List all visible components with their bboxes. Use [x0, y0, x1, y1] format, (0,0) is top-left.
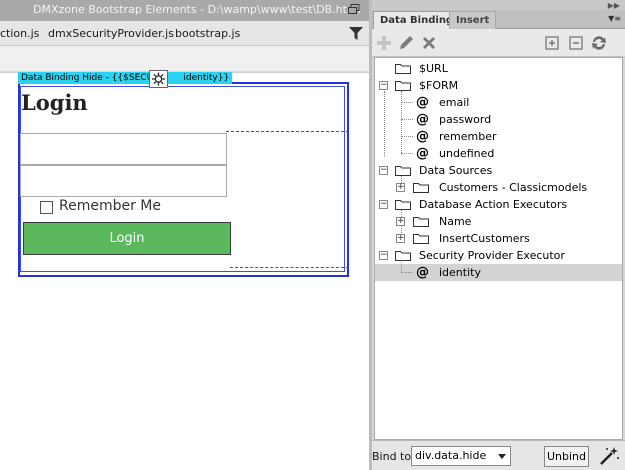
bind-to-select[interactable]: div.data.hide [411, 446, 511, 466]
panel-menu-icon[interactable]: ▼≡ [608, 14, 621, 23]
password-field[interactable] [20, 165, 227, 197]
gear-icon [152, 72, 165, 86]
bind-to-bar: Bind to: div.data.hide Unbind [372, 440, 625, 470]
folder-icon [395, 64, 411, 74]
folder-icon [413, 183, 429, 193]
folder-icon [395, 81, 411, 91]
field-at-icon: @ [416, 129, 429, 144]
folder-icon [395, 251, 411, 261]
field-at-icon: @ [416, 146, 429, 161]
collapse-node-icon[interactable]: − [379, 251, 388, 260]
refresh-icon[interactable] [590, 34, 608, 52]
bind-to-label: Bind to: [372, 450, 415, 463]
element-settings-button[interactable] [149, 70, 168, 88]
document-toolbar [0, 46, 369, 72]
related-file-tab[interactable]: dmxSecurityProvider.js [48, 27, 174, 40]
expand-all-icon[interactable] [543, 34, 561, 52]
field-at-icon: @ [416, 265, 429, 280]
collapse-all-icon[interactable] [567, 34, 585, 52]
data-binding-hide-label[interactable]: Data Binding Hide - {{$SECUR identity}} [18, 72, 233, 84]
expand-node-icon[interactable]: + [396, 234, 405, 243]
tab-insert[interactable]: Insert [449, 11, 497, 29]
heading-divider [226, 131, 349, 132]
form-divider [230, 267, 349, 268]
document-title-bar: DMXzone Bootstrap Elements - D:\wamp\www… [0, 0, 369, 21]
collapse-panel-icon[interactable]: ▶▶ [608, 1, 620, 10]
document-title: DMXzone Bootstrap Elements - D:\wamp\www… [33, 3, 361, 16]
remember-me-label: Remember Me [59, 198, 161, 214]
folder-icon [413, 217, 429, 227]
data-bindings-panel: ▶▶ Data Bindings Insert ▼≡ $URL − $FORM … [372, 0, 625, 470]
expand-node-icon[interactable]: + [396, 183, 405, 192]
field-at-icon: @ [416, 95, 429, 110]
unbind-button[interactable]: Unbind [544, 446, 589, 467]
delete-binding-icon[interactable] [420, 34, 438, 52]
username-field[interactable] [20, 133, 227, 165]
folder-icon [395, 200, 411, 210]
add-binding-icon[interactable] [375, 34, 393, 52]
related-files-bar: ction.js dmxSecurityProvider.js bootstra… [0, 21, 369, 46]
bindings-tree: $URL − $FORM @ email @ password @ rememb… [374, 57, 623, 440]
restore-window-icon[interactable] [348, 4, 360, 15]
document-view: DMXzone Bootstrap Elements - D:\wamp\www… [0, 0, 369, 470]
login-heading: Login [21, 90, 88, 115]
folder-icon [395, 166, 411, 176]
related-file-tab[interactable]: ction.js [0, 27, 39, 40]
edit-pencil-icon[interactable] [397, 34, 415, 52]
panel-tab-row: Data Bindings Insert ▼≡ [372, 10, 625, 29]
collapse-node-icon[interactable]: − [379, 200, 388, 209]
field-at-icon: @ [416, 112, 429, 127]
bindings-toolbar [372, 29, 625, 57]
magic-wand-icon[interactable] [598, 446, 620, 466]
expand-node-icon[interactable]: + [396, 217, 405, 226]
collapse-node-icon[interactable]: − [379, 81, 388, 90]
login-button[interactable]: Login [23, 222, 231, 255]
folder-icon [413, 234, 429, 244]
related-file-tab[interactable]: bootstrap.js [175, 27, 240, 40]
collapse-node-icon[interactable]: − [379, 166, 388, 175]
dropdown-arrow-icon [498, 454, 506, 459]
filter-icon[interactable] [349, 27, 363, 40]
remember-me-checkbox[interactable] [40, 201, 53, 214]
